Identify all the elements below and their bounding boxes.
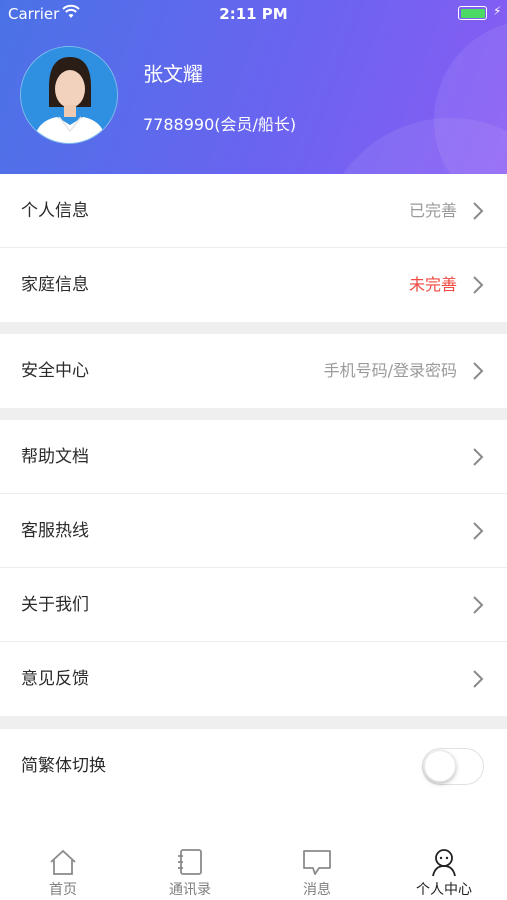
tab-label: 消息	[303, 882, 331, 898]
menu-item-family-info[interactable]: 家庭信息 未完善	[0, 248, 507, 322]
menu-item-personal-info[interactable]: 个人信息 已完善	[0, 174, 507, 248]
menu-group-profile: 个人信息 已完善 家庭信息 未完善	[0, 174, 507, 322]
chevron-right-icon	[473, 670, 484, 688]
message-icon	[303, 850, 331, 875]
tab-contacts[interactable]: 通讯录	[127, 822, 253, 900]
menu-item-security-center[interactable]: 安全中心 手机号码/登录密码	[0, 334, 507, 408]
chevron-right-icon	[473, 202, 484, 220]
menu-item-label: 个人信息	[21, 201, 89, 221]
menu-item-label: 客服热线	[21, 521, 89, 541]
chevron-right-icon	[473, 596, 484, 614]
tab-label: 首页	[49, 882, 77, 898]
language-toggle[interactable]	[422, 748, 484, 785]
user-name: 张文耀	[143, 62, 203, 86]
menu-item-label: 意见反馈	[21, 669, 89, 689]
tab-messages[interactable]: 消息	[254, 822, 380, 900]
home-icon	[50, 849, 76, 875]
profile-icon	[432, 849, 456, 877]
menu-group-security: 安全中心 手机号码/登录密码	[0, 334, 507, 408]
tab-home[interactable]: 首页	[0, 822, 126, 900]
status-text: 手机号码/登录密码	[323, 361, 457, 380]
battery-icon	[458, 6, 487, 20]
menu-item-label: 简繁体切换	[21, 756, 106, 776]
header-decoration-circle	[434, 20, 507, 174]
menu-item-language-switch: 简繁体切换	[0, 729, 507, 803]
clock: 2:11 PM	[219, 5, 288, 23]
tab-bar: 首页 通讯录 消息 个人中心	[0, 822, 507, 900]
menu-item-label: 关于我们	[21, 595, 89, 615]
user-id: 7788990(会员/船长)	[143, 115, 297, 134]
avatar[interactable]	[20, 46, 118, 144]
tab-label: 个人中心	[416, 882, 472, 898]
chevron-right-icon	[473, 276, 484, 294]
menu-item-feedback[interactable]: 意见反馈	[0, 642, 507, 716]
profile-header: Carrier 2:11 PM ⚡ 张文耀 7788990(会员/船长)	[0, 0, 507, 174]
charging-icon: ⚡	[493, 4, 502, 18]
menu-item-about-us[interactable]: 关于我们	[0, 568, 507, 642]
contacts-icon	[178, 849, 202, 875]
menu-item-label: 家庭信息	[21, 275, 89, 295]
tab-profile[interactable]: 个人中心	[381, 822, 507, 900]
menu-item-help-docs[interactable]: 帮助文档	[0, 420, 507, 494]
menu-group-support: 帮助文档 客服热线 关于我们 意见反馈	[0, 420, 507, 716]
menu-item-customer-hotline[interactable]: 客服热线	[0, 494, 507, 568]
toggle-knob	[424, 750, 456, 782]
menu-group-language: 简繁体切换	[0, 729, 507, 822]
status-text: 未完善	[408, 275, 457, 294]
status-bar: Carrier 2:11 PM ⚡	[0, 0, 507, 28]
chevron-right-icon	[473, 362, 484, 380]
status-text: 已完善	[408, 201, 457, 220]
tab-label: 通讯录	[169, 882, 211, 898]
menu-item-label: 安全中心	[21, 361, 89, 381]
chevron-right-icon	[473, 522, 484, 540]
chevron-right-icon	[473, 448, 484, 466]
menu-item-label: 帮助文档	[21, 447, 89, 467]
